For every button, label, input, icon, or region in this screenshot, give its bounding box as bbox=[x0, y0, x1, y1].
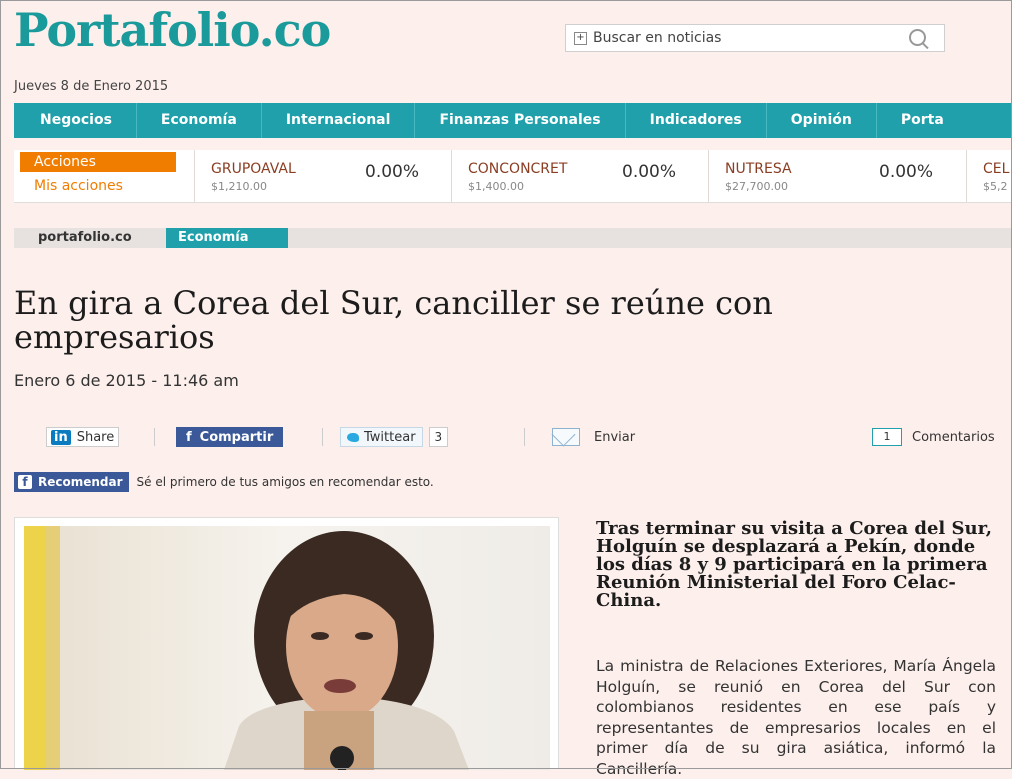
plus-icon[interactable]: + bbox=[574, 31, 587, 45]
divider bbox=[154, 428, 155, 446]
linkedin-share-button[interactable]: in Share bbox=[46, 426, 120, 448]
facebook-recommend-button[interactable]: f Recomendar bbox=[14, 472, 129, 492]
comments-link[interactable]: 1 Comentarios bbox=[872, 426, 995, 448]
facebook-recommend: f Recomendar Sé el primero de tus amigos… bbox=[14, 472, 434, 492]
facebook-icon: f bbox=[18, 475, 32, 489]
flag-icon bbox=[24, 526, 46, 770]
email-share-button[interactable]: Enviar bbox=[552, 426, 635, 448]
site-logo[interactable]: Portafolio.co bbox=[14, 2, 331, 58]
facebook-recommend-label: Recomendar bbox=[38, 475, 123, 489]
stock-price: $1,400.00 bbox=[468, 180, 524, 193]
twitter-share-button[interactable]: Twittear 3 bbox=[340, 426, 449, 448]
twitter-count: 3 bbox=[428, 427, 449, 447]
comments-label: Comentarios bbox=[912, 429, 995, 445]
twitter-bird-icon bbox=[347, 432, 359, 442]
nav-item-opinion[interactable]: Opinión bbox=[767, 103, 877, 138]
nav-item-finanzas-personales[interactable]: Finanzas Personales bbox=[415, 103, 626, 138]
stock-item[interactable]: CEL $5,2 bbox=[966, 150, 1012, 202]
tab-mis-acciones[interactable]: Mis acciones bbox=[34, 178, 123, 194]
facebook-icon: f bbox=[186, 429, 192, 445]
article-photo[interactable] bbox=[24, 526, 550, 770]
article-body: La ministra de Relaciones Exteriores, Ma… bbox=[596, 657, 996, 778]
article-subhead: Tras terminar su visita a Corea del Sur,… bbox=[596, 518, 993, 611]
envelope-icon bbox=[552, 428, 580, 446]
stock-name: CONCONCRET bbox=[468, 161, 568, 177]
nav-item-portafolio[interactable]: Porta bbox=[877, 103, 968, 138]
photo-illustration bbox=[24, 526, 550, 770]
stock-item[interactable]: CONCONCRET $1,400.00 0.00% bbox=[451, 150, 708, 202]
main-nav: Negocios Economía Internacional Finanzas… bbox=[14, 103, 1012, 138]
stock-name: CEL bbox=[983, 161, 1010, 177]
article-date: Enero 6 de 2015 - 11:46 am bbox=[14, 371, 239, 390]
facebook-recommend-text: Sé el primero de tus amigos en recomenda… bbox=[136, 475, 434, 489]
stock-change: 0.00% bbox=[365, 162, 420, 182]
stock-price: $1,210.00 bbox=[211, 180, 267, 193]
nav-item-economia[interactable]: Economía bbox=[137, 103, 262, 138]
stock-name: NUTRESA bbox=[725, 161, 792, 177]
nav-item-internacional[interactable]: Internacional bbox=[262, 103, 416, 138]
breadcrumb-section[interactable]: Economía bbox=[166, 228, 288, 248]
search-icon[interactable] bbox=[909, 29, 926, 46]
linkedin-share-label: Share bbox=[76, 429, 115, 445]
stock-item[interactable]: NUTRESA $27,700.00 0.00% bbox=[708, 150, 965, 202]
comment-bubble-icon: 1 bbox=[872, 428, 902, 446]
divider bbox=[524, 428, 525, 446]
facebook-share-label: Compartir bbox=[199, 429, 274, 445]
nav-item-indicadores[interactable]: Indicadores bbox=[626, 103, 767, 138]
stock-ticker: Acciones Mis acciones GRUPOAVAL $1,210.0… bbox=[14, 150, 1012, 203]
article-photo-frame bbox=[14, 517, 559, 770]
facebook-share-button[interactable]: f Compartir bbox=[176, 426, 284, 448]
stock-item[interactable]: GRUPOAVAL $1,210.00 0.00% bbox=[194, 150, 451, 202]
twitter-share-label: Twittear bbox=[364, 429, 416, 445]
nav-item-negocios[interactable]: Negocios bbox=[14, 103, 137, 138]
email-share-label: Enviar bbox=[594, 429, 636, 445]
current-date: Jueves 8 de Enero 2015 bbox=[14, 79, 169, 94]
linkedin-icon: in bbox=[51, 429, 71, 445]
stock-change: 0.00% bbox=[879, 162, 934, 182]
search-box[interactable]: + bbox=[565, 24, 945, 52]
breadcrumb: portafolio.co Economía bbox=[14, 228, 1012, 248]
stock-price: $27,700.00 bbox=[725, 180, 788, 193]
stock-name: GRUPOAVAL bbox=[211, 161, 296, 177]
tab-acciones[interactable]: Acciones bbox=[20, 152, 176, 172]
search-input[interactable] bbox=[591, 29, 895, 47]
stock-price: $5,2 bbox=[983, 180, 1008, 193]
divider bbox=[322, 428, 323, 446]
breadcrumb-home[interactable]: portafolio.co bbox=[14, 228, 144, 248]
stock-change: 0.00% bbox=[622, 162, 677, 182]
article-title: En gira a Corea del Sur, canciller se re… bbox=[14, 284, 773, 356]
